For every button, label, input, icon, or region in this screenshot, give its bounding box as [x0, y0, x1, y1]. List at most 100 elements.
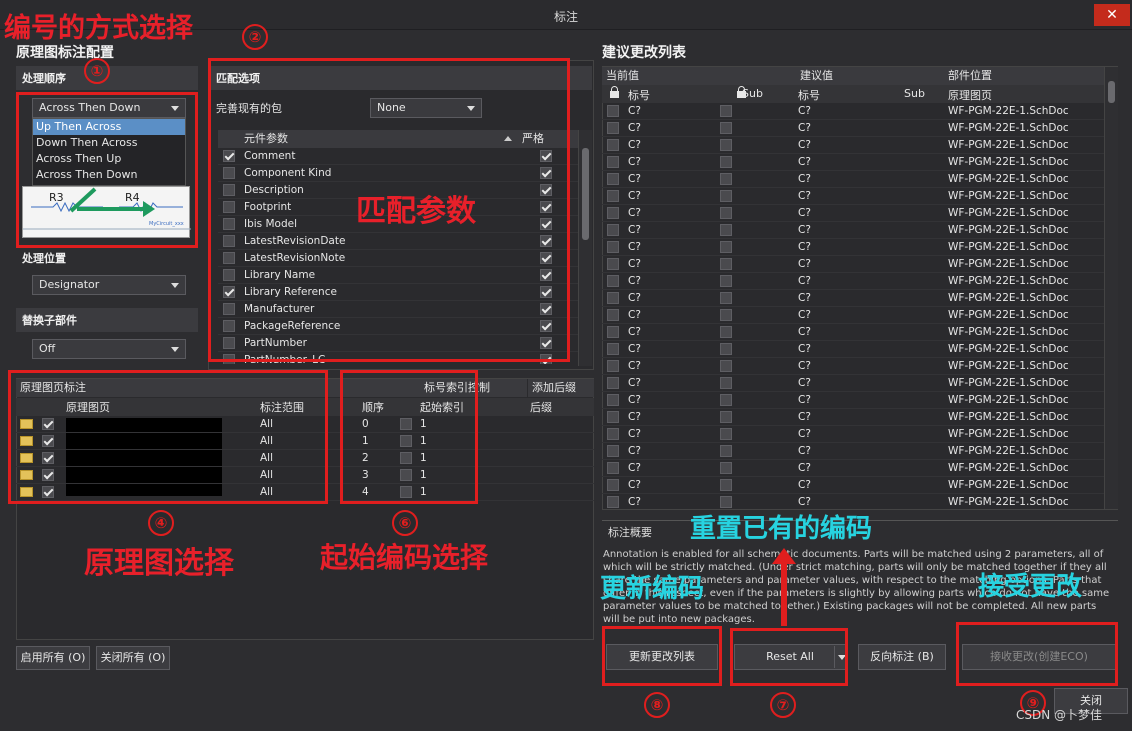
change-row[interactable]: C? C? WF-PGM-22E-1.SchDoc	[602, 460, 1104, 477]
col-proposed-sub[interactable]: Sub	[904, 87, 925, 100]
current-designator: C?	[628, 258, 641, 270]
sub-lock-checkbox[interactable]	[720, 122, 732, 134]
lock-checkbox[interactable]	[607, 360, 619, 372]
sub-lock-checkbox[interactable]	[720, 292, 732, 304]
row-sheet: WF-PGM-22E-1.SchDoc	[948, 105, 1069, 117]
change-row[interactable]: C? C? WF-PGM-22E-1.SchDoc	[602, 256, 1104, 273]
col-suffix[interactable]: 后缀	[530, 399, 552, 415]
lock-checkbox[interactable]	[607, 394, 619, 406]
change-row[interactable]: C? C? WF-PGM-22E-1.SchDoc	[602, 239, 1104, 256]
lock-checkbox[interactable]	[607, 496, 619, 508]
lock-checkbox[interactable]	[607, 105, 619, 117]
change-row[interactable]: C? C? WF-PGM-22E-1.SchDoc	[602, 409, 1104, 426]
sub-lock-checkbox[interactable]	[720, 496, 732, 508]
lock-checkbox[interactable]	[607, 428, 619, 440]
lock-checkbox[interactable]	[607, 462, 619, 474]
proposed-designator: C?	[798, 258, 811, 270]
sub-lock-checkbox[interactable]	[720, 377, 732, 389]
sub-lock-checkbox[interactable]	[720, 224, 732, 236]
change-row[interactable]: C? C? WF-PGM-22E-1.SchDoc	[602, 120, 1104, 137]
sub-lock-checkbox[interactable]	[720, 309, 732, 321]
sub-lock-checkbox[interactable]	[720, 258, 732, 270]
change-row[interactable]: C? C? WF-PGM-22E-1.SchDoc	[602, 290, 1104, 307]
change-scrollbar[interactable]	[1104, 67, 1118, 509]
change-row[interactable]: C? C? WF-PGM-22E-1.SchDoc	[602, 188, 1104, 205]
sub-lock-checkbox[interactable]	[720, 190, 732, 202]
sub-lock-checkbox[interactable]	[720, 462, 732, 474]
lock-checkbox[interactable]	[607, 190, 619, 202]
lock-checkbox[interactable]	[607, 139, 619, 151]
current-designator: C?	[628, 275, 641, 287]
lock-checkbox[interactable]	[607, 241, 619, 253]
disable-all-button[interactable]: 关闭所有 (O)	[96, 646, 170, 670]
close-icon[interactable]: ✕	[1094, 4, 1130, 26]
sub-lock-checkbox[interactable]	[720, 343, 732, 355]
scroll-thumb[interactable]	[582, 148, 589, 240]
location-select[interactable]: Designator	[32, 275, 186, 295]
proposed-designator: C?	[798, 411, 811, 423]
lock-checkbox[interactable]	[607, 326, 619, 338]
param-scrollbar[interactable]	[578, 130, 592, 366]
replace-select[interactable]: Off	[32, 339, 186, 359]
lock-checkbox[interactable]	[607, 224, 619, 236]
current-designator: C?	[628, 105, 641, 117]
change-row[interactable]: C? C? WF-PGM-22E-1.SchDoc	[602, 392, 1104, 409]
change-row[interactable]: C? C? WF-PGM-22E-1.SchDoc	[602, 171, 1104, 188]
sub-lock-checkbox[interactable]	[720, 156, 732, 168]
lock-checkbox[interactable]	[607, 122, 619, 134]
change-row[interactable]: C? C? WF-PGM-22E-1.SchDoc	[602, 103, 1104, 120]
current-designator: C?	[628, 122, 641, 134]
lock-checkbox[interactable]	[607, 207, 619, 219]
sub-lock-checkbox[interactable]	[720, 428, 732, 440]
scroll-thumb[interactable]	[1108, 81, 1115, 103]
change-row[interactable]: C? C? WF-PGM-22E-1.SchDoc	[602, 426, 1104, 443]
sub-lock-checkbox[interactable]	[720, 326, 732, 338]
lock-checkbox[interactable]	[607, 258, 619, 270]
lock-checkbox[interactable]	[607, 309, 619, 321]
annotation-marker-6: ⑥	[392, 510, 418, 536]
change-row[interactable]: C? C? WF-PGM-22E-1.SchDoc	[602, 222, 1104, 239]
change-row[interactable]: C? C? WF-PGM-22E-1.SchDoc	[602, 324, 1104, 341]
lock-checkbox[interactable]	[607, 343, 619, 355]
change-row[interactable]: C? C? WF-PGM-22E-1.SchDoc	[602, 273, 1104, 290]
col-proposed-designator[interactable]: 标号	[798, 87, 820, 103]
sub-lock-checkbox[interactable]	[720, 173, 732, 185]
sub-lock-checkbox[interactable]	[720, 139, 732, 151]
proposed-designator: C?	[798, 139, 811, 151]
change-row[interactable]: C? C? WF-PGM-22E-1.SchDoc	[602, 341, 1104, 358]
sub-lock-checkbox[interactable]	[720, 275, 732, 287]
col-sub[interactable]: Sub	[742, 87, 763, 100]
change-rows: C? C? WF-PGM-22E-1.SchDoc C? C? WF-PGM-22E-1.…	[602, 103, 1104, 508]
sub-lock-checkbox[interactable]	[720, 445, 732, 457]
sub-lock-checkbox[interactable]	[720, 105, 732, 117]
lock-checkbox[interactable]	[607, 275, 619, 287]
col-sheet-page[interactable]: 原理图页	[948, 87, 992, 103]
sub-lock-checkbox[interactable]	[720, 411, 732, 423]
lock-checkbox[interactable]	[607, 411, 619, 423]
lock-checkbox[interactable]	[607, 292, 619, 304]
change-row[interactable]: C? C? WF-PGM-22E-1.SchDoc	[602, 205, 1104, 222]
lock-checkbox[interactable]	[607, 479, 619, 491]
lock-checkbox[interactable]	[607, 156, 619, 168]
change-row[interactable]: C? C? WF-PGM-22E-1.SchDoc	[602, 154, 1104, 171]
lock-checkbox[interactable]	[607, 377, 619, 389]
change-row[interactable]: C? C? WF-PGM-22E-1.SchDoc	[602, 358, 1104, 375]
change-row[interactable]: C? C? WF-PGM-22E-1.SchDoc	[602, 494, 1104, 508]
back-annotate-button[interactable]: 反向标注 (B)	[858, 644, 946, 670]
lock-checkbox[interactable]	[607, 445, 619, 457]
sub-lock-checkbox[interactable]	[720, 207, 732, 219]
sub-lock-checkbox[interactable]	[720, 394, 732, 406]
sub-lock-checkbox[interactable]	[720, 479, 732, 491]
current-designator: C?	[628, 139, 641, 151]
col-designator[interactable]: 标号	[628, 87, 650, 103]
sub-lock-checkbox[interactable]	[720, 241, 732, 253]
change-row[interactable]: C? C? WF-PGM-22E-1.SchDoc	[602, 443, 1104, 460]
sub-lock-checkbox[interactable]	[720, 360, 732, 372]
change-row[interactable]: C? C? WF-PGM-22E-1.SchDoc	[602, 137, 1104, 154]
proposed-designator: C?	[798, 173, 811, 185]
change-row[interactable]: C? C? WF-PGM-22E-1.SchDoc	[602, 375, 1104, 392]
change-row[interactable]: C? C? WF-PGM-22E-1.SchDoc	[602, 477, 1104, 494]
lock-checkbox[interactable]	[607, 173, 619, 185]
enable-all-button[interactable]: 启用所有 (O)	[16, 646, 90, 670]
change-row[interactable]: C? C? WF-PGM-22E-1.SchDoc	[602, 307, 1104, 324]
